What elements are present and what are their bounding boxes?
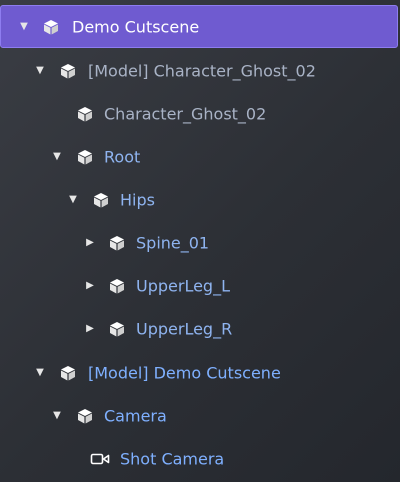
- tree-item-upperleg-r[interactable]: ▶ UpperLeg_R: [0, 307, 400, 350]
- cube-icon: [78, 106, 92, 121]
- cube-icon: [44, 19, 58, 34]
- expand-arrow-icon[interactable]: ▶: [84, 237, 96, 249]
- cube-icon: [78, 408, 92, 423]
- expand-arrow-icon[interactable]: ▶: [84, 323, 96, 335]
- expand-arrow-icon[interactable]: ▼: [51, 410, 63, 422]
- expand-arrow-icon[interactable]: ▼: [51, 151, 63, 163]
- tree-item-label: Hips: [120, 190, 155, 209]
- tree-item-spine-01[interactable]: ▶ Spine_01: [0, 221, 400, 264]
- cube-icon: [110, 321, 124, 336]
- tree-item-model-demo-cutscene[interactable]: ▼ [Model] Demo Cutscene: [0, 351, 400, 394]
- tree-item-camera[interactable]: ▼ Camera: [0, 394, 400, 437]
- tree-item-label: [Model] Demo Cutscene: [88, 363, 281, 382]
- hierarchy-panel: ▼ Demo Cutscene ▼ [Model] Character_Ghos…: [0, 0, 400, 482]
- expand-arrow-icon[interactable]: ▼: [67, 194, 79, 206]
- tree-item-shot-camera[interactable]: Shot Camera: [0, 437, 400, 480]
- tree-item-label: Shot Camera: [120, 449, 225, 468]
- tree-item-label: Spine_01: [136, 233, 210, 252]
- tree-item-root[interactable]: ▼ Root: [0, 135, 400, 178]
- tree-item-hips[interactable]: ▼ Hips: [0, 178, 400, 221]
- cube-icon: [110, 278, 124, 293]
- tree-item-upperleg-l[interactable]: ▶ UpperLeg_L: [0, 264, 400, 307]
- tree-item-demo-cutscene[interactable]: ▼ Demo Cutscene: [0, 5, 398, 48]
- tree-item-label: Root: [104, 147, 141, 166]
- tree-item-label: Camera: [104, 406, 167, 425]
- cube-icon: [61, 365, 75, 380]
- cube-icon: [61, 63, 75, 78]
- expand-arrow-icon[interactable]: ▼: [34, 65, 46, 77]
- camera-icon: [90, 453, 110, 464]
- expand-arrow-icon[interactable]: ▶: [84, 280, 96, 292]
- tree-item-label: [Model] Character_Ghost_02: [88, 61, 316, 80]
- cube-icon: [78, 149, 92, 164]
- cube-icon: [110, 235, 124, 250]
- tree-item-character-ghost[interactable]: Character_Ghost_02: [0, 92, 400, 135]
- expand-arrow-icon[interactable]: ▼: [34, 367, 46, 379]
- tree-item-label: Demo Cutscene: [72, 17, 200, 36]
- tree-item-label: UpperLeg_L: [136, 276, 230, 295]
- tree-item-label: UpperLeg_R: [136, 319, 233, 338]
- cube-icon: [94, 192, 108, 207]
- expand-arrow-icon[interactable]: ▼: [18, 21, 30, 33]
- tree-item-model-character-ghost[interactable]: ▼ [Model] Character_Ghost_02: [0, 49, 400, 92]
- tree-item-label: Character_Ghost_02: [104, 104, 267, 123]
